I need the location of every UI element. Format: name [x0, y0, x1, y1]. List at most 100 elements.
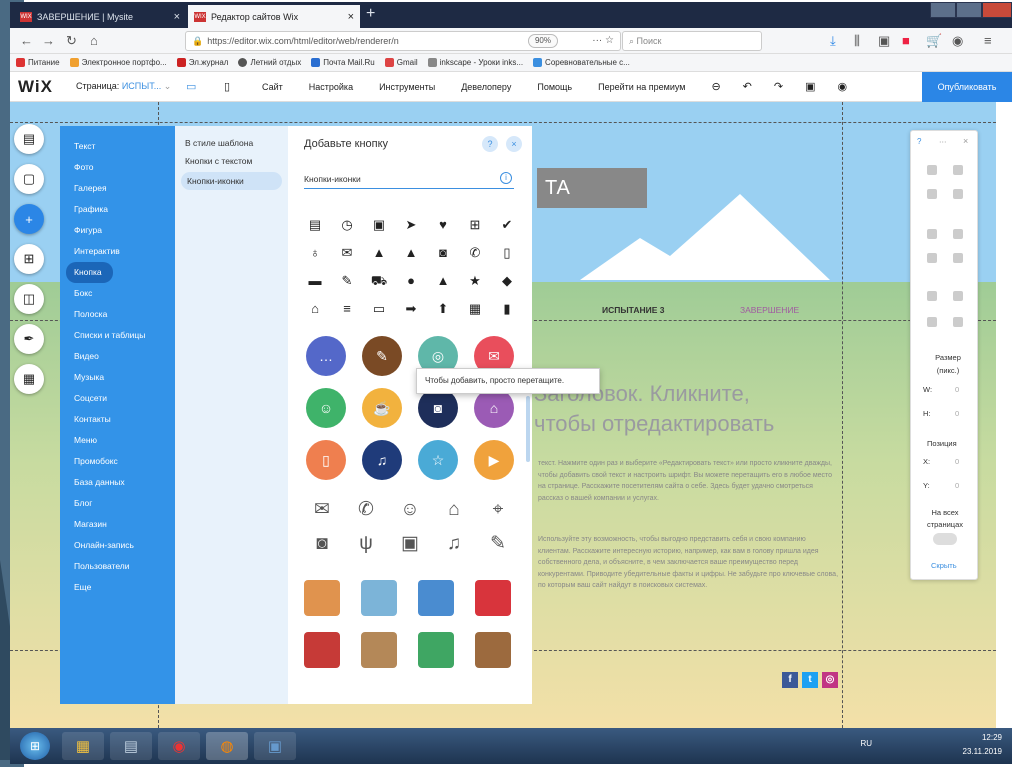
- browser-tab-2[interactable]: WIX Редактор сайтов Wix ×: [188, 5, 360, 28]
- circle-icon-button[interactable]: ☺: [306, 388, 346, 428]
- add-icon[interactable]: +: [14, 204, 44, 234]
- close-panel-button[interactable]: ×: [506, 136, 522, 152]
- color-icon-button[interactable]: [361, 580, 397, 616]
- pages-icon[interactable]: ▤: [14, 124, 44, 154]
- outline-icon-button[interactable]: ✆: [354, 498, 378, 522]
- glyph-icon-button[interactable]: ➡: [402, 300, 420, 318]
- bookmark-item[interactable]: Электронное портфо...: [69, 58, 167, 67]
- panel-scrollbar[interactable]: [526, 396, 530, 462]
- all-pages-toggle[interactable]: [933, 533, 957, 545]
- category-item[interactable]: Еще: [60, 577, 175, 598]
- glyph-icon-button[interactable]: ▲: [434, 272, 452, 290]
- category-item[interactable]: Списки и таблицы: [60, 325, 175, 346]
- category-item[interactable]: Промобокс: [60, 451, 175, 472]
- help-button[interactable]: ?: [482, 136, 498, 152]
- category-item[interactable]: Музыка: [60, 367, 175, 388]
- preview-icon[interactable]: ◉: [838, 80, 848, 93]
- site-paragraph-2[interactable]: Используйте эту возможность, чтобы выгод…: [538, 534, 838, 592]
- explorer-icon[interactable]: ▦: [62, 732, 104, 760]
- site-paragraph-1[interactable]: текст. Нажмите один раз и выберите «Реда…: [538, 458, 838, 504]
- new-tab-button[interactable]: +: [366, 5, 375, 23]
- background-icon[interactable]: ▢: [14, 164, 44, 194]
- category-item[interactable]: Соцсети: [60, 388, 175, 409]
- system-clock[interactable]: 12:29 23.11.2019: [963, 731, 1002, 759]
- maximize-button[interactable]: [956, 2, 982, 18]
- delete-icon[interactable]: [953, 189, 963, 199]
- media-icon[interactable]: ◫: [14, 284, 44, 314]
- category-item[interactable]: Текст: [60, 136, 175, 157]
- circle-icon-button[interactable]: ◙: [418, 388, 458, 428]
- menu-tools[interactable]: Инструменты: [379, 82, 435, 92]
- circle-icon-button[interactable]: ▶: [474, 440, 514, 480]
- glyph-icon-button[interactable]: ▭: [370, 300, 388, 318]
- blog-icon[interactable]: ✒: [14, 324, 44, 354]
- color-icon-button[interactable]: [304, 632, 340, 668]
- category-item[interactable]: Галерея: [60, 178, 175, 199]
- circle-icon-button[interactable]: ⌂: [474, 388, 514, 428]
- circle-icon-button[interactable]: …: [306, 336, 346, 376]
- glyph-icon-button[interactable]: ▲: [370, 244, 388, 262]
- color-icon-button[interactable]: [475, 632, 511, 668]
- arrange-icon[interactable]: [927, 229, 937, 239]
- redo-icon[interactable]: ↷: [774, 80, 783, 93]
- page-selector[interactable]: Страница: ИСПЫТ... ⌄: [76, 81, 186, 92]
- menu-help[interactable]: Помощь: [537, 82, 572, 92]
- glyph-icon-button[interactable]: ▦: [466, 300, 484, 318]
- outline-icon-button[interactable]: ✉: [310, 498, 334, 522]
- distribute-icon[interactable]: [927, 317, 937, 327]
- glyph-icon-button[interactable]: ✔: [498, 216, 516, 234]
- info-icon[interactable]: i: [500, 172, 512, 184]
- bookmark-item[interactable]: Эл.журнал: [176, 58, 228, 67]
- glyph-icon-button[interactable]: ➤: [402, 216, 420, 234]
- color-icon-button[interactable]: [418, 580, 454, 616]
- arrange2-icon[interactable]: [953, 229, 963, 239]
- x-field[interactable]: 0: [955, 457, 959, 466]
- glyph-icon-button[interactable]: ✆: [466, 244, 484, 262]
- reload-icon[interactable]: ↻: [66, 33, 77, 49]
- category-item[interactable]: Онлайн-запись: [60, 535, 175, 556]
- bookmark-item[interactable]: inkscape - Уроки inks...: [427, 58, 523, 67]
- home-icon[interactable]: ⌂: [90, 33, 98, 48]
- category-item[interactable]: Пользователи: [60, 556, 175, 577]
- circle-icon-button[interactable]: ✎: [362, 336, 402, 376]
- menu-settings[interactable]: Настройка: [309, 82, 353, 92]
- glyph-icon-button[interactable]: ★: [466, 272, 484, 290]
- category-item[interactable]: Меню: [60, 430, 175, 451]
- glyph-icon-button[interactable]: ⊞: [466, 216, 484, 234]
- save-app-icon[interactable]: ▣: [254, 732, 296, 760]
- site-menu-item[interactable]: ИСПЫТАНИЕ 3: [602, 305, 664, 315]
- distribute2-icon[interactable]: [953, 317, 963, 327]
- category-item[interactable]: Контакты: [60, 409, 175, 430]
- copy-icon[interactable]: [927, 165, 937, 175]
- subcategory-item[interactable]: В стиле шаблона: [175, 134, 288, 152]
- circle-icon-button[interactable]: ☕: [362, 388, 402, 428]
- hide-button[interactable]: Скрыть: [931, 561, 957, 570]
- outline-icon-button[interactable]: ⌂: [442, 498, 466, 522]
- category-item[interactable]: Полоска: [60, 304, 175, 325]
- color-icon-button[interactable]: [475, 580, 511, 616]
- bookings-icon[interactable]: ▦: [14, 364, 44, 394]
- publish-button[interactable]: Опубликовать: [922, 72, 1012, 102]
- category-item-selected[interactable]: Кнопка: [66, 262, 113, 283]
- category-item[interactable]: Фигура: [60, 220, 175, 241]
- zoom-icon[interactable]: ⊖: [711, 80, 720, 93]
- category-item[interactable]: База данных: [60, 472, 175, 493]
- mobile-view-icon[interactable]: ▯: [224, 80, 262, 93]
- glyph-icon-button[interactable]: ≡: [338, 300, 356, 318]
- menu-developer[interactable]: Девелоперу: [461, 82, 511, 92]
- menu-premium[interactable]: Перейти на премиум: [598, 82, 685, 92]
- category-item[interactable]: Интерактив: [60, 241, 175, 262]
- subcategory-item[interactable]: Кнопки с текстом: [175, 152, 288, 170]
- color-icon-button[interactable]: [361, 632, 397, 668]
- category-item[interactable]: Видео: [60, 346, 175, 367]
- glyph-icon-button[interactable]: ◆: [498, 272, 516, 290]
- site-title-box[interactable]: ТА: [537, 168, 647, 208]
- circle-icon-button[interactable]: ▯: [306, 440, 346, 480]
- keyboard-language[interactable]: RU: [860, 739, 872, 748]
- color-icon-button[interactable]: [418, 632, 454, 668]
- site-menu-item-active[interactable]: ЗАВЕРШЕНИЕ: [740, 305, 799, 315]
- category-item[interactable]: Графика: [60, 199, 175, 220]
- page-actions-icon[interactable]: ··· ☆: [592, 35, 614, 46]
- search-input[interactable]: ⌕ Поиск: [622, 31, 762, 51]
- match-size-icon[interactable]: [927, 291, 937, 301]
